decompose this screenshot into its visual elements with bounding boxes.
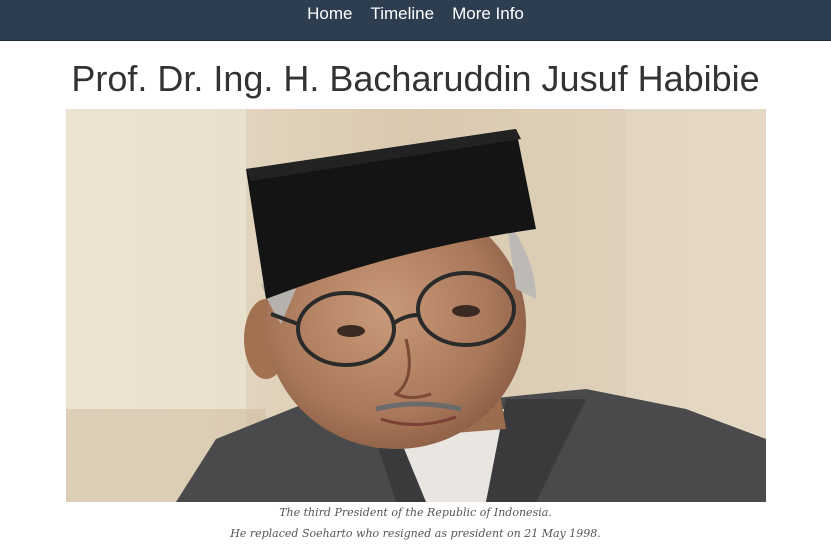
photo-caption: The third President of the Republic of I… xyxy=(0,502,831,544)
page-title: Prof. Dr. Ing. H. Bacharuddin Jusuf Habi… xyxy=(71,58,760,99)
top-navbar: Home Timeline More Info xyxy=(0,0,831,41)
nav-more-info-link[interactable]: More Info xyxy=(452,4,524,24)
nav-timeline-link[interactable]: Timeline xyxy=(370,4,434,24)
caption-line-2: He replaced Soeharto who resigned as pre… xyxy=(230,527,601,540)
portrait-photo xyxy=(66,109,766,502)
nav-home-link[interactable]: Home xyxy=(307,4,352,24)
caption-line-1: The third President of the Republic of I… xyxy=(279,506,552,519)
